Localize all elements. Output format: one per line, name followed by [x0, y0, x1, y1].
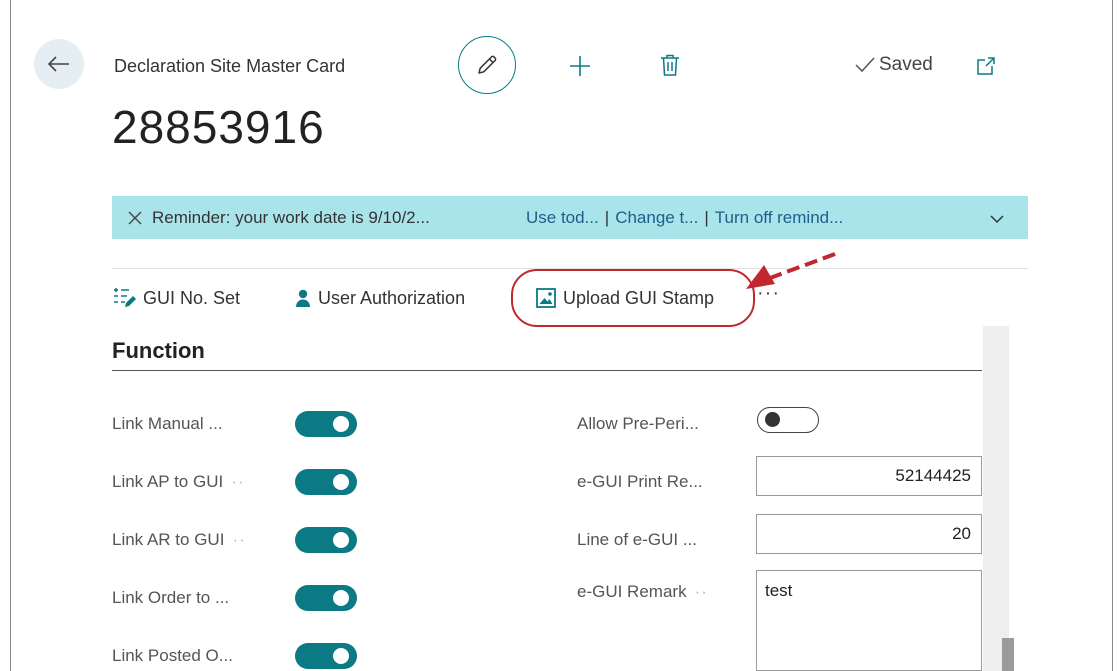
banner-expand-button[interactable] — [990, 209, 1004, 229]
gui-no-set-action[interactable]: GUI No. Set — [112, 286, 240, 310]
link-ar-to-gui-toggle[interactable] — [295, 527, 357, 553]
turn-off-reminder-link[interactable]: Turn off remind... — [715, 208, 844, 228]
plus-icon — [570, 56, 590, 76]
back-button[interactable] — [34, 39, 84, 89]
link-ap-to-gui-label: Link AP to GUI ·· — [112, 472, 245, 491]
page-caption: Declaration Site Master Card — [114, 56, 346, 76]
function-section-title: Function — [112, 338, 205, 363]
banner-separator: | — [704, 207, 709, 227]
egui-remark-textarea[interactable]: test — [756, 570, 982, 671]
trash-icon — [661, 54, 679, 76]
scrollbar-track — [983, 326, 1009, 671]
link-posted-label: Link Posted O... — [112, 646, 233, 665]
gui-no-set-label: GUI No. Set — [143, 287, 241, 308]
egui-remark-label: e-GUI Remark ·· — [577, 582, 708, 601]
checkmark-icon — [855, 57, 875, 73]
open-new-window-button[interactable] — [975, 55, 997, 77]
back-arrow-icon — [48, 56, 69, 72]
use-today-link[interactable]: Use tod... — [526, 208, 599, 228]
user-authorization-label: User Authorization — [318, 287, 466, 308]
allow-pre-period-label: Allow Pre-Peri... — [577, 414, 699, 433]
action-bar-divider — [112, 268, 1028, 269]
annotation-arrow — [746, 252, 836, 289]
work-date-reminder-banner: Reminder: your work date is 9/10/2... Us… — [112, 196, 1028, 239]
open-in-new-window-icon — [977, 57, 995, 75]
section-divider — [112, 370, 982, 371]
scrollbar-thumb[interactable] — [1002, 638, 1014, 671]
change-work-date-link[interactable]: Change t... — [615, 208, 698, 228]
chevron-down-icon — [990, 215, 1004, 224]
link-ap-to-gui-toggle[interactable] — [295, 469, 357, 495]
banner-separator: | — [604, 207, 610, 227]
line-of-egui-input[interactable]: 20 — [756, 514, 982, 554]
link-ar-to-gui-label: Link AR to GUI ·· — [112, 530, 246, 549]
link-order-to-label: Link Order to ... — [112, 588, 230, 607]
user-authorization-action[interactable]: User Authorization — [295, 286, 465, 310]
link-manual-label: Link Manual ... — [112, 414, 223, 433]
upload-gui-stamp-label: Upload GUI Stamp — [563, 287, 715, 308]
close-icon — [128, 211, 142, 224]
new-button[interactable] — [566, 52, 594, 80]
link-posted-toggle[interactable] — [295, 643, 357, 669]
link-order-to-toggle[interactable] — [295, 585, 357, 611]
delete-button[interactable] — [658, 52, 682, 78]
number-series-icon — [114, 288, 136, 307]
record-number-title: 28853916 — [112, 101, 325, 153]
user-icon — [296, 289, 310, 307]
link-manual-toggle[interactable] — [295, 411, 357, 437]
allow-pre-period-toggle[interactable] — [757, 407, 819, 433]
egui-print-report-input[interactable]: 52144425 — [756, 456, 982, 496]
egui-print-report-label: e-GUI Print Re... — [577, 472, 703, 491]
saved-label: Saved — [879, 54, 933, 75]
banner-close-button[interactable] — [128, 211, 142, 225]
saved-indicator: Saved — [855, 54, 933, 76]
line-of-egui-label: Line of e-GUI ... — [577, 530, 697, 549]
banner-message: Reminder: your work date is 9/10/2... — [152, 207, 430, 227]
upload-gui-stamp-action[interactable]: Upload GUI Stamp — [536, 286, 714, 310]
pencil-icon — [478, 55, 497, 74]
image-icon — [536, 288, 556, 308]
edit-button[interactable] — [458, 36, 516, 94]
